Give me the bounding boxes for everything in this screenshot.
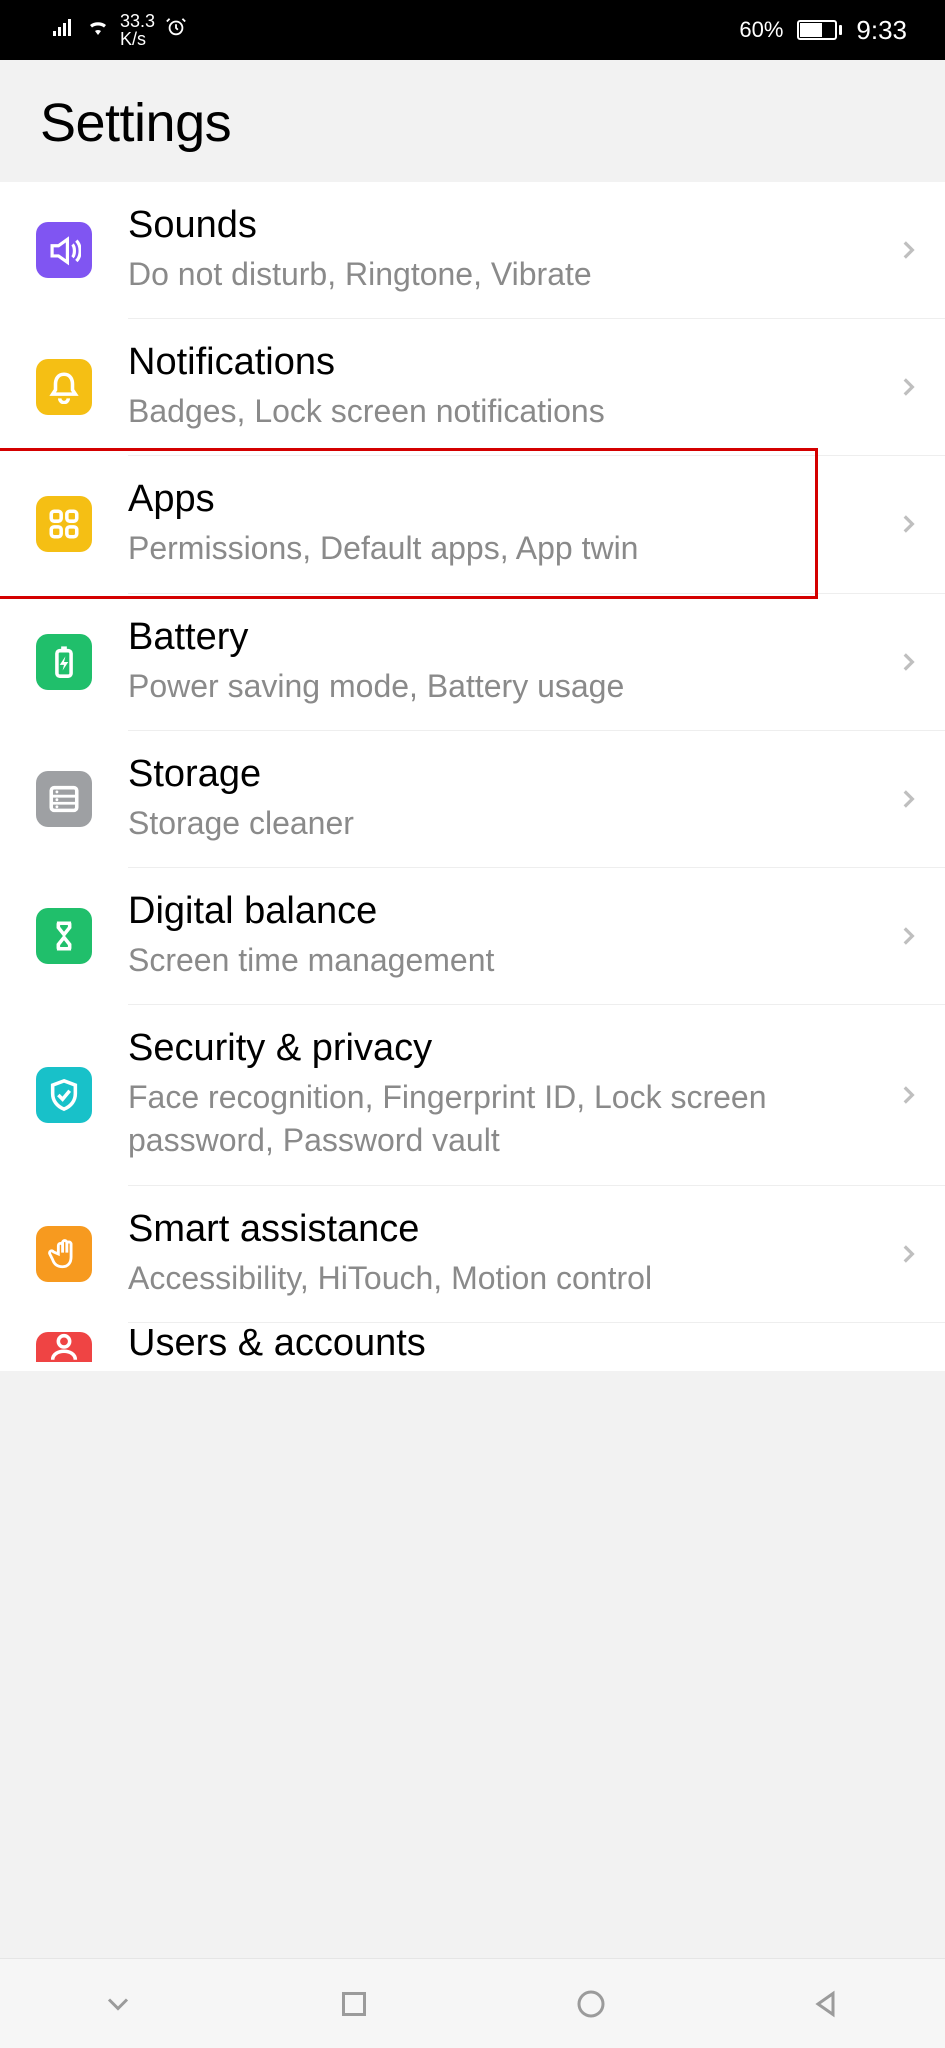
hourglass-icon: [36, 908, 92, 964]
alarm-icon: [165, 16, 187, 44]
item-text: Apps Permissions, Default apps, App twin: [128, 478, 887, 570]
nav-hide-button[interactable]: [96, 1982, 140, 2026]
settings-item-apps[interactable]: Apps Permissions, Default apps, App twin: [0, 456, 945, 592]
nav-recent-button[interactable]: [332, 1982, 376, 2026]
item-text: Smart assistance Accessibility, HiTouch,…: [128, 1208, 887, 1300]
wifi-icon: [86, 15, 110, 45]
nav-back-button[interactable]: [805, 1982, 849, 2026]
chevron-right-icon: [895, 1082, 921, 1108]
item-subtitle: Face recognition, Fingerprint ID, Lock s…: [128, 1076, 887, 1162]
settings-item-storage[interactable]: Storage Storage cleaner: [0, 731, 945, 867]
chevron-right-icon: [895, 237, 921, 263]
item-subtitle: Permissions, Default apps, App twin: [128, 527, 887, 570]
signal-icon: [52, 15, 76, 45]
item-text: Sounds Do not disturb, Ringtone, Vibrate: [128, 204, 887, 296]
settings-list-wrap: Sounds Do not disturb, Ringtone, Vibrate…: [0, 182, 945, 1371]
battery-icon: [791, 20, 842, 40]
page-title: Settings: [40, 92, 905, 154]
item-subtitle: Do not disturb, Ringtone, Vibrate: [128, 253, 887, 296]
status-right: 60% 9:33: [739, 15, 907, 46]
speed-top: 33.3: [120, 12, 155, 30]
item-subtitle: Power saving mode, Battery usage: [128, 665, 887, 708]
item-title: Apps: [128, 478, 887, 521]
item-subtitle: Screen time management: [128, 939, 887, 982]
clock-text: 9:33: [856, 15, 907, 46]
item-title: Notifications: [128, 341, 887, 384]
network-speed: 33.3 K/s: [120, 12, 155, 48]
status-bar: 33.3 K/s 60% 9:33: [0, 0, 945, 60]
speed-bottom: K/s: [120, 30, 155, 48]
chevron-right-icon: [895, 374, 921, 400]
battery-icon: [36, 634, 92, 690]
item-title: Users & accounts: [128, 1323, 921, 1366]
chevron-right-icon: [895, 786, 921, 812]
chevron-right-icon: [895, 1241, 921, 1267]
settings-item-notifications[interactable]: Notifications Badges, Lock screen notifi…: [0, 319, 945, 455]
item-text: Security & privacy Face recognition, Fin…: [128, 1027, 887, 1162]
storage-icon: [36, 771, 92, 827]
settings-list[interactable]: Sounds Do not disturb, Ringtone, Vibrate…: [0, 182, 945, 1371]
volume-icon: [36, 222, 92, 278]
item-title: Sounds: [128, 204, 887, 247]
item-subtitle: Storage cleaner: [128, 802, 887, 845]
apps-icon: [36, 496, 92, 552]
item-title: Security & privacy: [128, 1027, 887, 1070]
bell-icon: [36, 359, 92, 415]
chevron-right-icon: [895, 923, 921, 949]
settings-item-smart-assistance[interactable]: Smart assistance Accessibility, HiTouch,…: [0, 1186, 945, 1322]
chevron-right-icon: [895, 511, 921, 537]
item-text: Users & accounts: [128, 1323, 921, 1371]
item-title: Digital balance: [128, 890, 887, 933]
navigation-bar: [0, 1958, 945, 2048]
settings-item-digital-balance[interactable]: Digital balance Screen time management: [0, 868, 945, 1004]
users-icon: [36, 1332, 92, 1362]
settings-item-users-accounts[interactable]: Users & accounts: [0, 1323, 945, 1371]
settings-item-sounds[interactable]: Sounds Do not disturb, Ringtone, Vibrate: [0, 182, 945, 318]
battery-percent: 60%: [739, 17, 783, 43]
page-header: Settings: [0, 60, 945, 182]
item-text: Storage Storage cleaner: [128, 753, 887, 845]
hand-icon: [36, 1226, 92, 1282]
status-left: 33.3 K/s: [52, 12, 187, 48]
item-subtitle: Badges, Lock screen notifications: [128, 390, 887, 433]
chevron-right-icon: [895, 649, 921, 675]
item-subtitle: Accessibility, HiTouch, Motion control: [128, 1257, 887, 1300]
item-title: Smart assistance: [128, 1208, 887, 1251]
item-text: Battery Power saving mode, Battery usage: [128, 616, 887, 708]
shield-icon: [36, 1067, 92, 1123]
item-title: Battery: [128, 616, 887, 659]
item-text: Digital balance Screen time management: [128, 890, 887, 982]
settings-item-battery[interactable]: Battery Power saving mode, Battery usage: [0, 594, 945, 730]
nav-home-button[interactable]: [569, 1982, 613, 2026]
item-title: Storage: [128, 753, 887, 796]
settings-item-security-privacy[interactable]: Security & privacy Face recognition, Fin…: [0, 1005, 945, 1184]
item-text: Notifications Badges, Lock screen notifi…: [128, 341, 887, 433]
